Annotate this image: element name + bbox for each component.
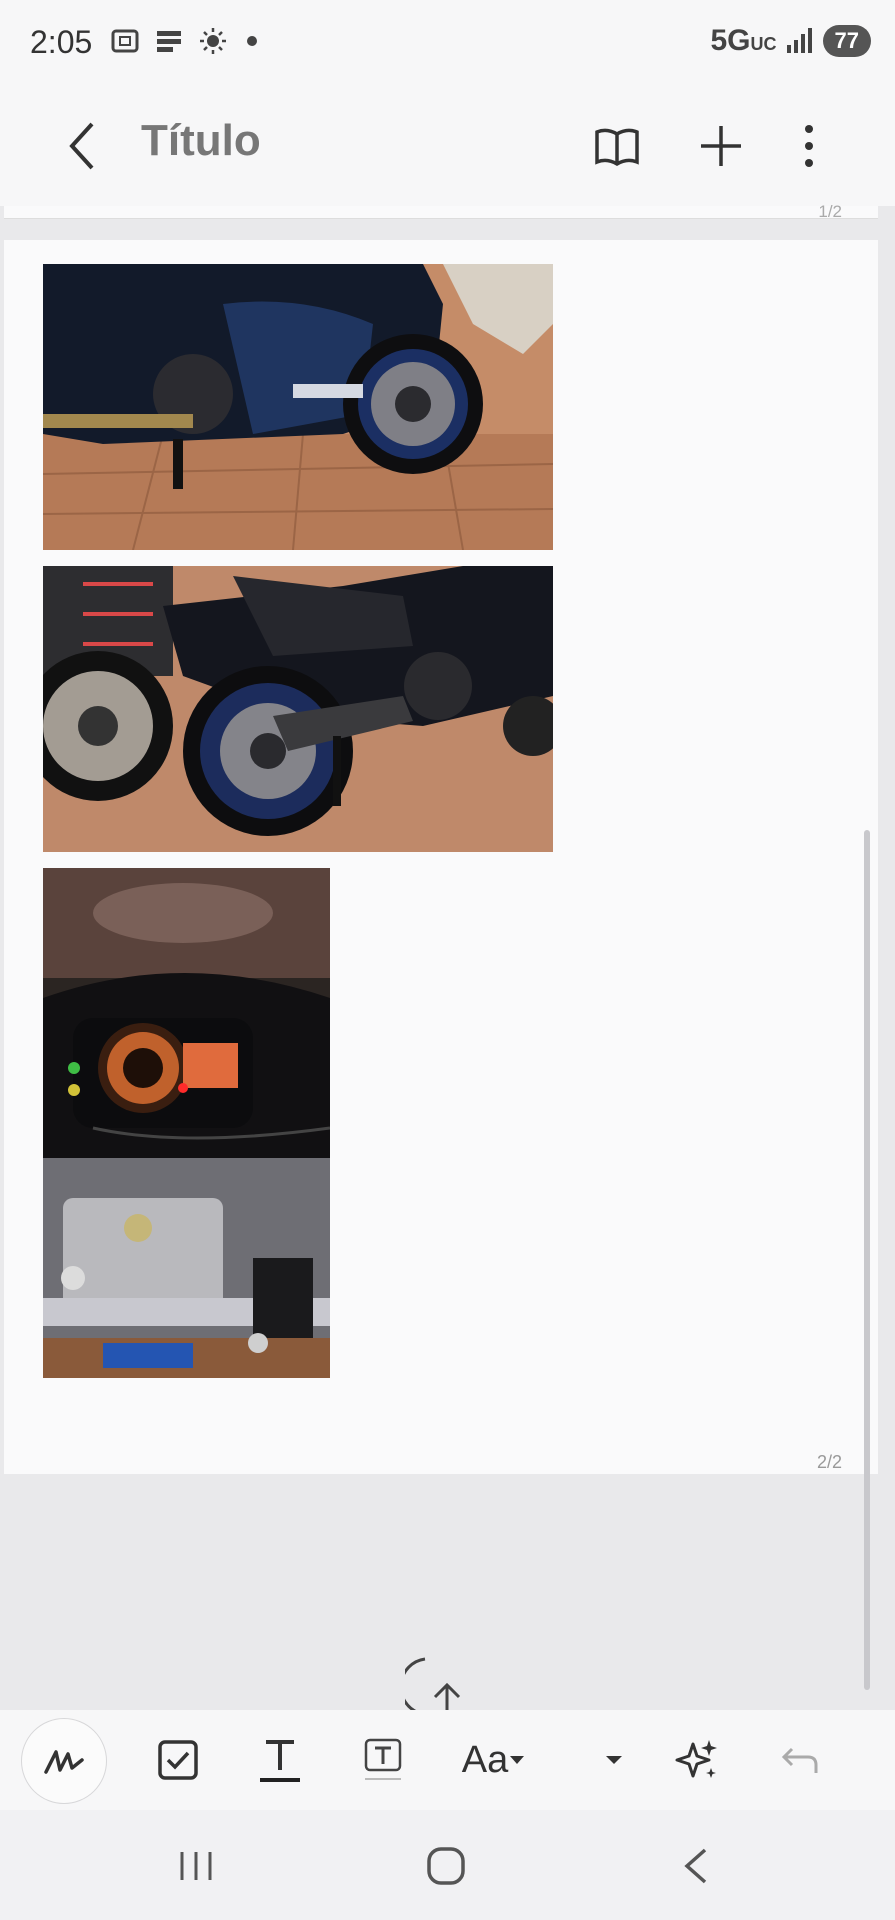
home-icon — [427, 1847, 465, 1885]
status-bar: 2:05 5GUC 77 — [0, 0, 895, 86]
page-number: 1/2 — [818, 202, 842, 221]
more-tools-dropdown[interactable] — [596, 1720, 632, 1800]
book-view-button[interactable] — [587, 116, 647, 176]
scrollbar[interactable] — [864, 830, 870, 1690]
back-icon — [684, 1848, 707, 1884]
screenshot-icon — [111, 29, 139, 53]
font-label: Aa — [461, 1738, 509, 1781]
dropdown-icon — [606, 1756, 622, 1764]
add-icon — [701, 126, 741, 166]
more-options-button[interactable] — [779, 116, 839, 176]
recents-icon — [180, 1852, 212, 1880]
page-1: 1/2 — [4, 202, 878, 221]
pen-icon — [44, 1750, 84, 1774]
app-bar: Título — [0, 86, 895, 206]
system-back-button[interactable] — [666, 1836, 726, 1896]
page-number: 2/2 — [816, 1452, 842, 1472]
navigation-bar — [0, 1810, 895, 1920]
flipboard-icon — [157, 31, 181, 52]
signal-icon — [786, 28, 812, 53]
text-icon — [260, 1740, 300, 1782]
ai-assist-button[interactable] — [672, 1720, 722, 1800]
textbox-tool-button[interactable] — [357, 1720, 409, 1800]
chevron-down-icon — [510, 1756, 525, 1764]
motorcycle-rear-photo[interactable] — [43, 566, 553, 852]
dot-icon — [247, 36, 257, 46]
add-button[interactable] — [691, 116, 751, 176]
motorcycle-dashboard-photo[interactable] — [43, 868, 330, 1378]
text-tool-button[interactable] — [253, 1720, 307, 1800]
scroll-to-top-button[interactable] — [405, 1655, 465, 1715]
undo-icon — [781, 1747, 818, 1773]
checkbox-tool-button[interactable] — [150, 1720, 206, 1800]
page-2[interactable]: 2/2 — [4, 240, 878, 1474]
more-icon — [805, 125, 813, 167]
motorcycle-front-photo[interactable] — [43, 264, 553, 550]
editor-toolbar: Aa — [0, 1710, 895, 1810]
checkbox-icon — [158, 1740, 198, 1780]
pen-tool-button[interactable] — [21, 1718, 107, 1804]
recents-button[interactable] — [166, 1836, 226, 1896]
status-time: 2:05 — [30, 24, 93, 60]
brightness-icon — [200, 28, 226, 54]
home-button[interactable] — [416, 1836, 476, 1896]
book-view-icon — [595, 128, 639, 167]
battery-icon: 77 — [822, 25, 871, 57]
textbox-icon — [364, 1738, 402, 1780]
network-label: 5GUC — [710, 24, 777, 57]
ai-sparkle-icon — [675, 1740, 717, 1778]
font-style-button[interactable]: Aa — [452, 1720, 536, 1800]
undo-button[interactable] — [776, 1720, 824, 1800]
page-title[interactable]: Título — [141, 116, 261, 166]
back-button[interactable] — [58, 116, 106, 176]
